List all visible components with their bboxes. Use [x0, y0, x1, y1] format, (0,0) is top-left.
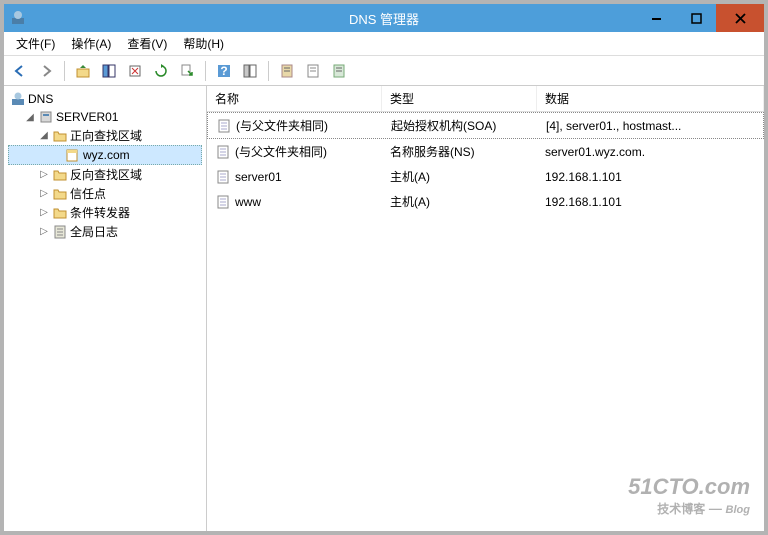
delete-button[interactable]: [123, 59, 147, 83]
menu-view[interactable]: 查看(V): [119, 33, 175, 54]
column-data[interactable]: 数据: [537, 86, 764, 111]
expander-icon[interactable]: ◢: [24, 111, 36, 123]
cell-type: 起始授权机构(SOA): [391, 117, 496, 134]
back-button[interactable]: [8, 59, 32, 83]
cell-name: server01: [235, 170, 282, 184]
list-row[interactable]: (与父文件夹相同) 起始授权机构(SOA) [4], server01., ho…: [207, 112, 764, 139]
expander-icon[interactable]: ▷: [38, 169, 50, 181]
titlebar: DNS 管理器: [4, 4, 764, 32]
menu-action[interactable]: 操作(A): [63, 33, 119, 54]
tree-label: SERVER01: [56, 110, 118, 124]
up-button[interactable]: [71, 59, 95, 83]
refresh-button[interactable]: [149, 59, 173, 83]
tree-label: 条件转发器: [70, 204, 130, 221]
window-controls: [636, 4, 764, 32]
watermark-sub: 技术博客 — Blog: [628, 500, 750, 517]
tree-global-log[interactable]: ▷ 全局日志: [8, 222, 202, 241]
folder-icon: [52, 128, 68, 144]
list-row[interactable]: server01 主机(A) 192.168.1.101: [207, 164, 764, 189]
cell-data: 192.168.1.101: [545, 170, 622, 184]
minimize-button[interactable]: [636, 4, 676, 32]
folder-icon: [52, 186, 68, 202]
list-row[interactable]: (与父文件夹相同) 名称服务器(NS) server01.wyz.com.: [207, 139, 764, 164]
menu-file[interactable]: 文件(F): [8, 33, 63, 54]
cell-type: 主机(A): [390, 193, 430, 210]
properties-button[interactable]: [238, 59, 262, 83]
log-icon: [52, 224, 68, 240]
maximize-button[interactable]: [676, 4, 716, 32]
expander-icon[interactable]: ◢: [38, 130, 50, 142]
record-icon: [215, 144, 231, 160]
expander-icon[interactable]: ▷: [38, 226, 50, 238]
cell-data: 192.168.1.101: [545, 195, 622, 209]
server-icon: [38, 109, 54, 125]
menubar: 文件(F) 操作(A) 查看(V) 帮助(H): [4, 32, 764, 56]
tree-root-dns[interactable]: DNS: [8, 90, 202, 108]
expander-icon[interactable]: ▷: [38, 207, 50, 219]
watermark-main: 51CTO.com: [628, 474, 750, 500]
list-header: 名称 类型 数据: [207, 86, 764, 112]
cell-name: (与父文件夹相同): [236, 117, 328, 134]
column-type[interactable]: 类型: [382, 86, 537, 111]
separator: [205, 61, 206, 81]
separator: [64, 61, 65, 81]
window-title: DNS 管理器: [349, 9, 419, 28]
export-button[interactable]: [175, 59, 199, 83]
tree-server[interactable]: ◢ SERVER01: [8, 108, 202, 126]
tree-label: DNS: [28, 92, 53, 106]
folder-icon: [52, 167, 68, 183]
cell-name: (与父文件夹相同): [235, 143, 327, 160]
menu-help[interactable]: 帮助(H): [175, 33, 232, 54]
tree-label: 全局日志: [70, 223, 118, 240]
tree-conditional[interactable]: ▷ 条件转发器: [8, 203, 202, 222]
tree-panel: DNS ◢ SERVER01 ◢ 正向查找区域 wyz.com ▷ 反向查找区域: [4, 86, 207, 531]
record-icon: [216, 118, 232, 134]
cell-type: 主机(A): [390, 168, 430, 185]
separator: [268, 61, 269, 81]
list-panel: 名称 类型 数据 (与父文件夹相同) 起始授权机构(SOA) [4], serv…: [207, 86, 764, 531]
svg-text:?: ?: [220, 64, 227, 78]
new-zone-button[interactable]: [327, 59, 351, 83]
close-button[interactable]: [716, 4, 764, 32]
folder-icon: [52, 205, 68, 221]
tree-label: 反向查找区域: [70, 166, 142, 183]
forward-button[interactable]: [34, 59, 58, 83]
cell-data: server01.wyz.com.: [545, 145, 645, 159]
list-row[interactable]: www 主机(A) 192.168.1.101: [207, 189, 764, 214]
expander-icon[interactable]: ▷: [38, 188, 50, 200]
dns-icon: [10, 91, 26, 107]
help-button[interactable]: ?: [212, 59, 236, 83]
tree-label: wyz.com: [83, 148, 130, 162]
watermark: 51CTO.com 技术博客 — Blog: [628, 474, 750, 517]
tree-label: 正向查找区域: [70, 127, 142, 144]
cell-type: 名称服务器(NS): [390, 143, 475, 160]
tree-trust[interactable]: ▷ 信任点: [8, 184, 202, 203]
new-record-button[interactable]: [301, 59, 325, 83]
tree-forward-zone[interactable]: ◢ 正向查找区域: [8, 126, 202, 145]
tree-reverse-zone[interactable]: ▷ 反向查找区域: [8, 165, 202, 184]
record-icon: [215, 169, 231, 185]
content-area: DNS ◢ SERVER01 ◢ 正向查找区域 wyz.com ▷ 反向查找区域: [4, 86, 764, 531]
tree-label: 信任点: [70, 185, 106, 202]
zone-icon: [65, 147, 81, 163]
show-hide-button[interactable]: [97, 59, 121, 83]
tree-zone-wyz[interactable]: wyz.com: [8, 145, 202, 165]
filter-button[interactable]: [275, 59, 299, 83]
record-icon: [215, 194, 231, 210]
cell-data: [4], server01., hostmast...: [546, 119, 681, 133]
cell-name: www: [235, 195, 261, 209]
app-icon: [10, 10, 26, 26]
column-name[interactable]: 名称: [207, 86, 382, 111]
toolbar: ?: [4, 56, 764, 86]
